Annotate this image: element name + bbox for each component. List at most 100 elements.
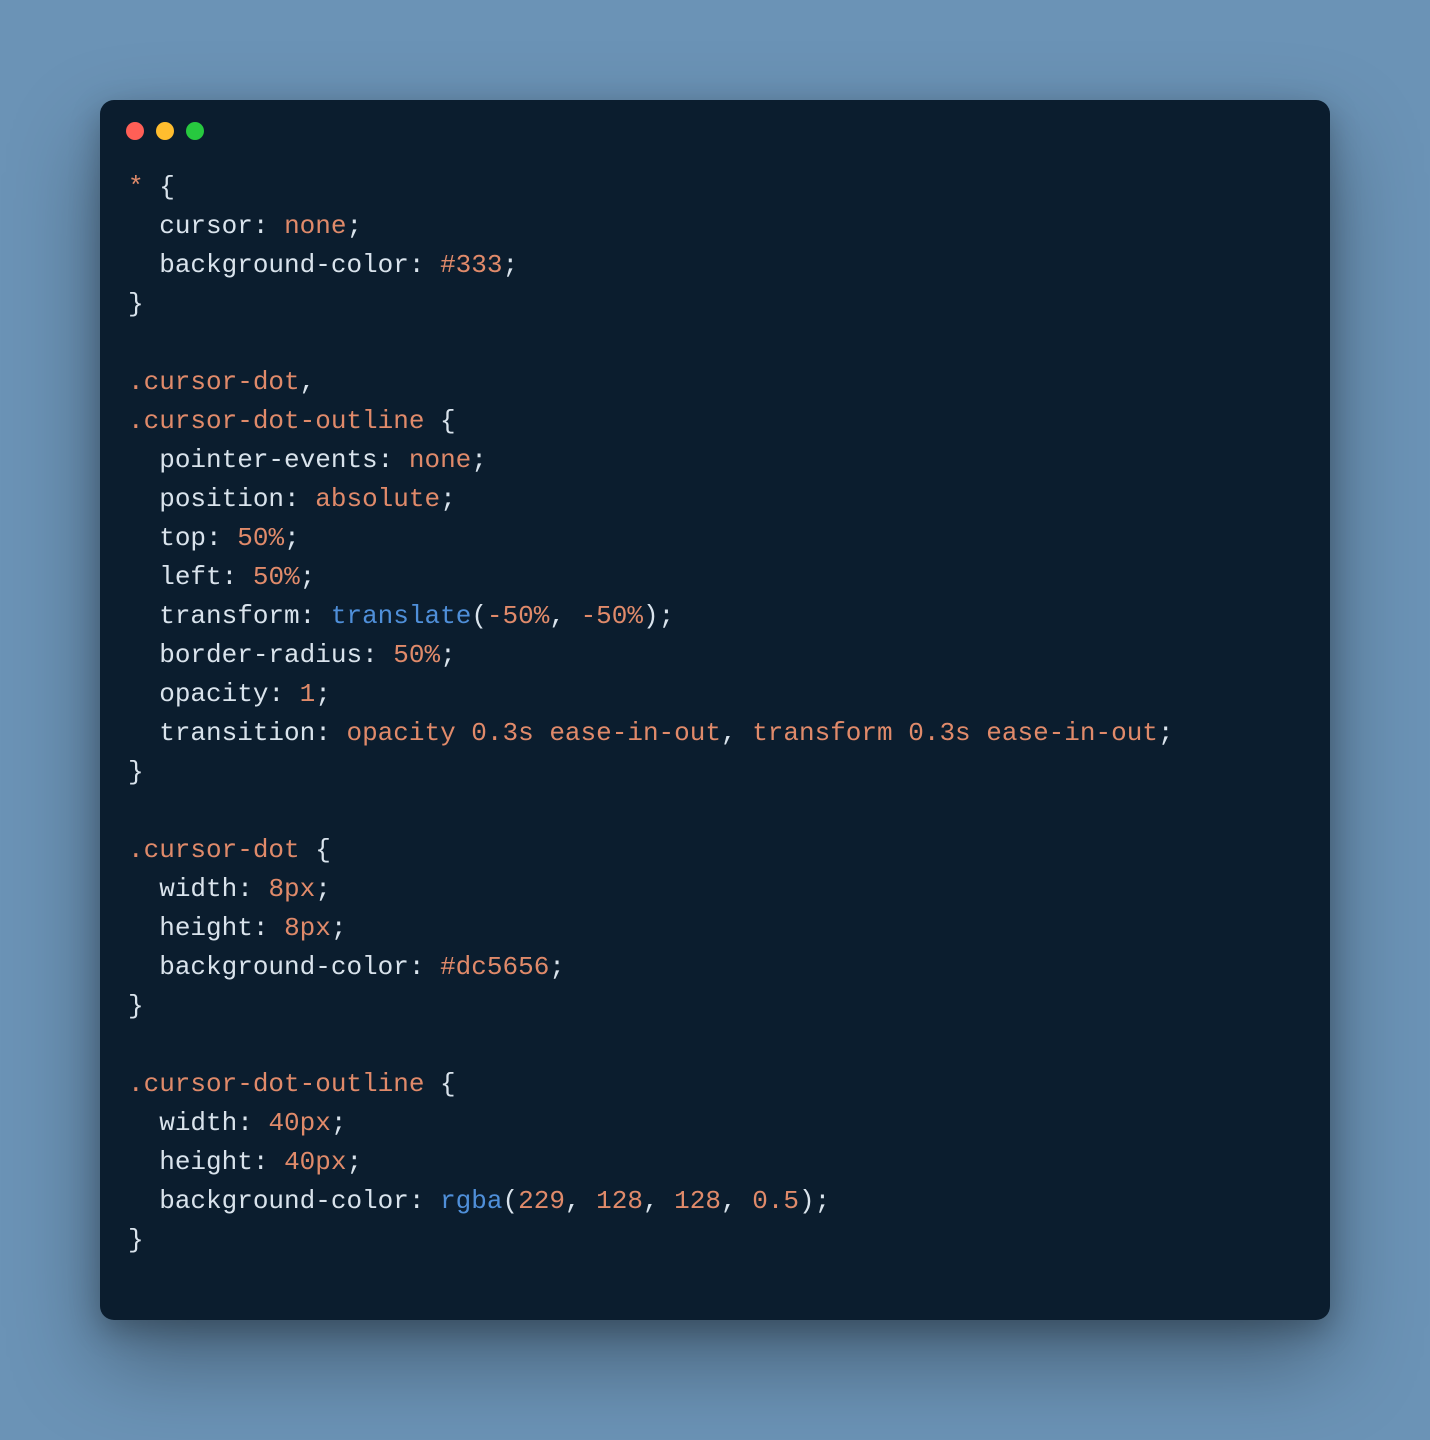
property: position <box>159 484 284 514</box>
comma: , <box>721 1186 752 1216</box>
selector: * <box>128 172 144 202</box>
value: #333 <box>440 250 502 280</box>
code-line: background-color: rgba(229, 128, 128, 0.… <box>128 1186 830 1216</box>
comma: , <box>300 367 316 397</box>
brace: } <box>128 1225 144 1255</box>
value: transform <box>752 718 892 748</box>
paren: ) <box>643 601 659 631</box>
minimize-icon[interactable] <box>156 122 174 140</box>
brace: } <box>128 757 144 787</box>
value: absolute <box>315 484 440 514</box>
colon: : <box>300 601 331 631</box>
brace: { <box>144 172 175 202</box>
property: border-radius <box>159 640 362 670</box>
value: 50% <box>393 640 440 670</box>
property: background-color <box>159 250 409 280</box>
code-line: height: 40px; <box>128 1147 362 1177</box>
brace: { <box>424 1069 455 1099</box>
value: ease-in-out <box>549 718 721 748</box>
semi: ; <box>315 874 331 904</box>
semi: ; <box>815 1186 831 1216</box>
property: opacity <box>159 679 268 709</box>
colon: : <box>409 952 440 982</box>
semi: ; <box>331 913 347 943</box>
code-line: transform: translate(-50%, -50%); <box>128 601 674 631</box>
property: background-color <box>159 1186 409 1216</box>
code-line: top: 50%; <box>128 523 300 553</box>
value: 40px <box>284 1147 346 1177</box>
semi: ; <box>284 523 300 553</box>
brace: { <box>424 406 455 436</box>
code-line: transition: opacity 0.3s ease-in-out, tr… <box>128 718 1174 748</box>
value: 0.3s <box>908 718 970 748</box>
value: 8px <box>268 874 315 904</box>
paren: ( <box>471 601 487 631</box>
colon: : <box>268 679 299 709</box>
colon: : <box>206 523 237 553</box>
code-line: cursor: none; <box>128 211 362 241</box>
code-line: width: 40px; <box>128 1108 346 1138</box>
property: background-color <box>159 952 409 982</box>
comma: , <box>721 718 752 748</box>
code-line: border-radius: 50%; <box>128 640 456 670</box>
value: 40px <box>268 1108 330 1138</box>
colon: : <box>409 250 440 280</box>
property: transform <box>159 601 299 631</box>
arg: 128 <box>596 1186 643 1216</box>
value: 8px <box>284 913 331 943</box>
colon: : <box>222 562 253 592</box>
colon: : <box>378 445 409 475</box>
value: 50% <box>237 523 284 553</box>
semi: ; <box>300 562 316 592</box>
value: none <box>409 445 471 475</box>
colon: : <box>253 211 284 241</box>
zoom-icon[interactable] <box>186 122 204 140</box>
code-line: .cursor-dot { <box>128 835 331 865</box>
colon: : <box>409 1186 440 1216</box>
colon: : <box>237 1108 268 1138</box>
code-line: .cursor-dot-outline { <box>128 406 456 436</box>
property: top <box>159 523 206 553</box>
selector: .cursor-dot-outline <box>128 1069 424 1099</box>
value: none <box>284 211 346 241</box>
semi: ; <box>315 679 331 709</box>
code-line: .cursor-dot, <box>128 367 315 397</box>
semi: ; <box>440 640 456 670</box>
arg: -50% <box>581 601 643 631</box>
property: height <box>159 913 253 943</box>
value: #dc5656 <box>440 952 549 982</box>
semi: ; <box>1158 718 1174 748</box>
colon: : <box>253 1147 284 1177</box>
value: 1 <box>300 679 316 709</box>
property: width <box>159 874 237 904</box>
code-line: } <box>128 289 144 319</box>
func: translate <box>331 601 471 631</box>
comma: , <box>565 1186 596 1216</box>
value: 0.3s <box>471 718 533 748</box>
code-line: left: 50%; <box>128 562 315 592</box>
paren: ) <box>799 1186 815 1216</box>
code-line: height: 8px; <box>128 913 346 943</box>
code-line: opacity: 1; <box>128 679 331 709</box>
code-line: * { <box>128 172 175 202</box>
code-line: background-color: #333; <box>128 250 518 280</box>
semi: ; <box>440 484 456 514</box>
colon: : <box>253 913 284 943</box>
code-line: } <box>128 757 144 787</box>
code-line: } <box>128 1225 144 1255</box>
property: height <box>159 1147 253 1177</box>
property: transition <box>159 718 315 748</box>
colon: : <box>362 640 393 670</box>
semi: ; <box>503 250 519 280</box>
colon: : <box>315 718 346 748</box>
selector: .cursor-dot <box>128 367 300 397</box>
semi: ; <box>549 952 565 982</box>
stage: * { cursor: none; background-color: #333… <box>0 0 1430 1440</box>
code-window: * { cursor: none; background-color: #333… <box>100 100 1330 1320</box>
brace: } <box>128 991 144 1021</box>
comma: , <box>643 1186 674 1216</box>
comma: , <box>549 601 580 631</box>
titlebar <box>100 100 1330 148</box>
arg: -50% <box>487 601 549 631</box>
close-icon[interactable] <box>126 122 144 140</box>
